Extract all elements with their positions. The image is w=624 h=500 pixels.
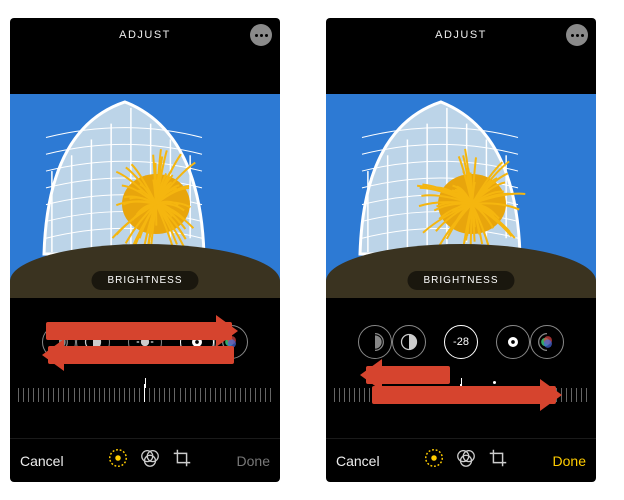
cancel-button[interactable]: Cancel — [20, 453, 64, 469]
done-button[interactable]: Done — [237, 453, 270, 469]
crop-mode-icon[interactable] — [487, 447, 509, 474]
tool-saturation-half[interactable] — [530, 325, 564, 359]
more-button[interactable] — [566, 24, 588, 46]
footer: Cancel Done — [326, 438, 596, 482]
annotation-arrow — [48, 346, 234, 364]
filters-mode-icon[interactable] — [139, 447, 161, 474]
done-button[interactable]: Done — [553, 453, 586, 469]
tool-exposure-half[interactable] — [358, 325, 392, 359]
cancel-button[interactable]: Cancel — [336, 453, 380, 469]
tool-brightness-val[interactable]: -28 — [444, 325, 478, 359]
annotation-arrow — [366, 366, 450, 384]
header: ADJUST — [10, 18, 280, 52]
header: ADJUST — [326, 18, 596, 52]
crop-mode-icon[interactable] — [171, 447, 193, 474]
tool-contrast[interactable] — [392, 325, 426, 359]
photo-preview: BRIGHTNESS — [326, 94, 596, 298]
more-button[interactable] — [250, 24, 272, 46]
adjust-mode-icon[interactable] — [423, 447, 445, 474]
footer: Cancel Done — [10, 438, 280, 482]
adjustment-tag: BRIGHTNESS — [91, 271, 198, 290]
photo-preview: BRIGHTNESS — [10, 94, 280, 298]
filters-mode-icon[interactable] — [455, 447, 477, 474]
tool-blackpoint[interactable] — [496, 325, 530, 359]
annotation-arrow — [372, 386, 556, 404]
mode-switcher[interactable] — [107, 447, 193, 474]
annotation-arrow — [46, 322, 232, 340]
header-title: ADJUST — [435, 29, 487, 41]
header-title: ADJUST — [119, 29, 171, 41]
value-slider[interactable] — [10, 376, 280, 406]
sculpture-icon — [96, 134, 216, 254]
adjustment-tag: BRIGHTNESS — [407, 271, 514, 290]
adjust-mode-icon[interactable] — [107, 447, 129, 474]
mode-switcher[interactable] — [423, 447, 509, 474]
sculpture-icon — [412, 134, 532, 254]
